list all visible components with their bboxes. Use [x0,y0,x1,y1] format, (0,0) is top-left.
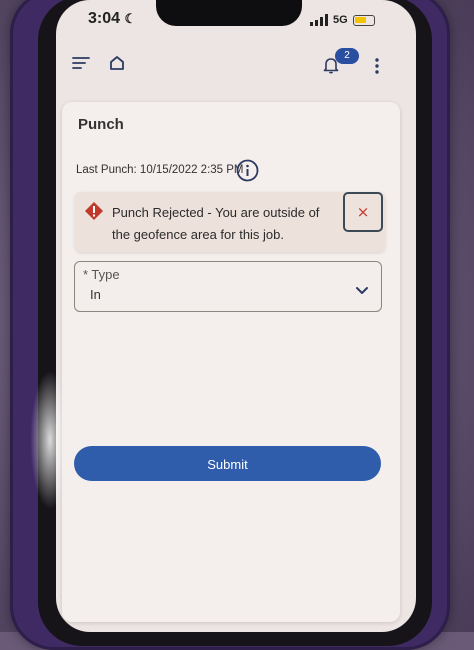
type-select-value: In [90,287,101,302]
status-time: 3:04 ☾ [88,10,137,27]
last-punch-text: Last Punch: 10/15/2022 2:35 PM [76,164,244,176]
type-select[interactable] [74,261,382,312]
moon-icon: ☾ [124,11,137,26]
close-alert-button[interactable]: × [343,192,383,232]
signal-icon [310,14,328,26]
submit-button[interactable]: Submit [74,446,381,481]
notification-badge: 2 [335,48,359,64]
warning-icon [84,201,104,225]
menu-icon[interactable] [72,56,90,70]
chevron-down-icon [355,280,369,299]
status-icons: 5G [310,14,375,26]
more-options-icon[interactable] [374,57,380,75]
punch-card [62,102,400,622]
close-icon: × [356,203,370,221]
page-title: Punch [78,116,124,133]
type-select-label: * Type [83,267,120,282]
battery-icon [352,14,375,26]
camera-notch [156,0,302,26]
network-label: 5G [333,14,348,26]
home-icon[interactable] [108,54,126,72]
alert-message: Punch Rejected - You are outside of the … [112,205,320,242]
info-icon[interactable] [236,159,259,186]
